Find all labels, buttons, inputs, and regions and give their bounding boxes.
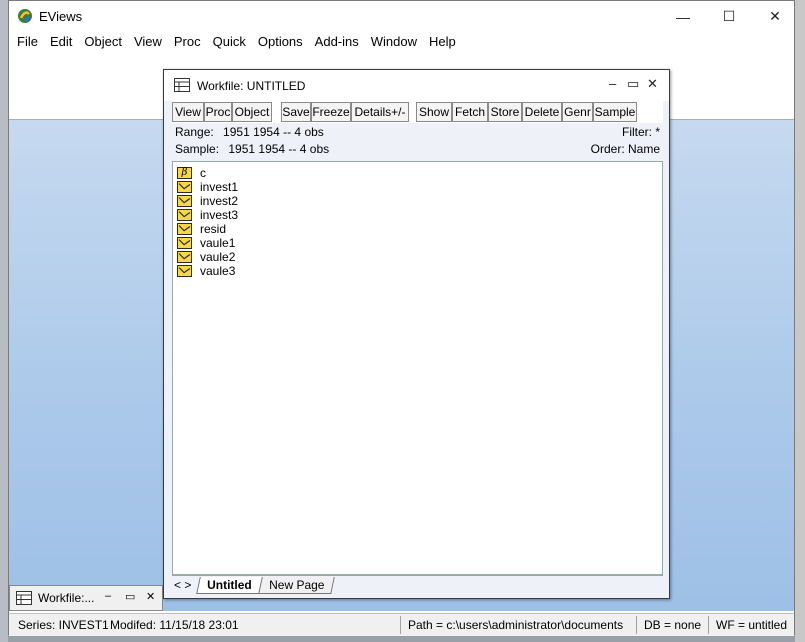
- series-icon: [177, 195, 192, 207]
- menu-proc[interactable]: Proc: [170, 32, 209, 52]
- object-name: resid: [200, 222, 227, 236]
- workfile-close-button[interactable]: ✕: [647, 76, 658, 92]
- close-button[interactable]: ✕: [752, 1, 798, 32]
- status-modified: Modifed: 11/15/18 23:01: [110, 618, 239, 632]
- maximize-button[interactable]: ☐: [706, 1, 752, 32]
- menu-window[interactable]: Window: [367, 32, 425, 52]
- object-name: c: [200, 166, 206, 180]
- list-item[interactable]: invest1: [177, 180, 238, 194]
- coefficient-icon: β: [177, 167, 192, 179]
- workfile-icon: [174, 78, 190, 92]
- eviews-logo-icon: [18, 9, 32, 23]
- minimized-maximize-button[interactable]: ▭: [125, 590, 135, 603]
- status-wf: WF = untitled: [716, 618, 788, 632]
- toolbar-proc-button[interactable]: Proc: [204, 102, 232, 122]
- sample-row: Sample: 1951 1954 -- 4 obs Order: Name: [175, 142, 660, 158]
- menu-quick[interactable]: Quick: [209, 32, 254, 52]
- sample-label: Sample:: [175, 142, 220, 156]
- order-value[interactable]: Order: Name: [591, 142, 660, 156]
- workfile-object-list: β c invest1 invest2 invest3 resid vaule1…: [172, 161, 663, 575]
- menu-help[interactable]: Help: [425, 32, 464, 52]
- background-strip-left: [0, 0, 8, 642]
- list-item[interactable]: vaule2: [177, 250, 235, 264]
- main-titlebar: EViews — ☐ ✕: [9, 1, 794, 32]
- series-icon: [177, 251, 192, 263]
- minimized-restore-button[interactable]: –: [105, 590, 111, 602]
- menu-file[interactable]: File: [13, 32, 46, 52]
- range-label: Range:: [175, 125, 214, 139]
- background-strip-right: [795, 0, 805, 642]
- toolbar-store-button[interactable]: Store: [488, 102, 522, 122]
- status-divider: [708, 616, 709, 634]
- toolbar-details-button[interactable]: Details+/-: [351, 102, 409, 122]
- toolbar-fetch-button[interactable]: Fetch: [452, 102, 488, 122]
- menubar: File Edit Object View Proc Quick Options…: [9, 32, 794, 52]
- status-divider: [636, 616, 637, 634]
- tab-new-page[interactable]: New Page: [258, 577, 336, 594]
- list-item[interactable]: resid: [177, 222, 226, 236]
- menu-view[interactable]: View: [130, 32, 170, 52]
- menu-edit[interactable]: Edit: [46, 32, 80, 52]
- tab-scroll-arrows[interactable]: < >: [174, 578, 191, 592]
- range-row: Range: 1951 1954 -- 4 obs Filter: *: [175, 125, 660, 141]
- tab-new-page-label: New Page: [269, 578, 325, 592]
- list-item[interactable]: vaule1: [177, 236, 235, 250]
- object-name: invest1: [200, 180, 239, 194]
- filter-value[interactable]: Filter: *: [622, 125, 660, 139]
- object-name: vaule3: [200, 264, 236, 278]
- menu-add-ins[interactable]: Add-ins: [311, 32, 367, 52]
- workfile-titlebar[interactable]: Workfile: UNTITLED – ▭ ✕: [164, 70, 669, 101]
- page-tabbar: < > Untitled New Page: [172, 575, 663, 595]
- list-item[interactable]: vaule3: [177, 264, 235, 278]
- object-name: invest3: [200, 208, 239, 222]
- tab-untitled[interactable]: Untitled: [196, 577, 263, 594]
- object-name: vaule2: [200, 250, 236, 264]
- status-path: Path = c:\users\administrator\documents: [408, 618, 624, 632]
- tab-untitled-label: Untitled: [207, 578, 252, 592]
- toolbar-delete-button[interactable]: Delete: [522, 102, 562, 122]
- workfile-title: Workfile: UNTITLED: [197, 79, 306, 93]
- series-icon: [177, 223, 192, 235]
- range-value[interactable]: 1951 1954 -- 4 obs: [223, 125, 324, 139]
- menu-object[interactable]: Object: [80, 32, 130, 52]
- toolbar-freeze-button[interactable]: Freeze: [311, 102, 351, 122]
- toolbar-show-button[interactable]: Show: [416, 102, 452, 122]
- minimized-close-button[interactable]: ✕: [146, 590, 155, 603]
- list-item[interactable]: invest3: [177, 208, 238, 222]
- status-db: DB = none: [644, 618, 702, 632]
- toolbar-object-button[interactable]: Object: [232, 102, 272, 122]
- statusbar: Series: INVEST1 Modifed: 11/15/18 23:01 …: [9, 613, 794, 636]
- minimize-button[interactable]: —: [660, 1, 706, 32]
- toolbar-view-button[interactable]: View: [172, 102, 204, 122]
- series-icon: [177, 265, 192, 277]
- list-item[interactable]: β c: [177, 166, 206, 180]
- series-icon: [177, 181, 192, 193]
- minimized-workfile-label: Workfile:...: [38, 591, 95, 605]
- sample-value[interactable]: 1951 1954 -- 4 obs: [228, 142, 329, 156]
- list-item[interactable]: invest2: [177, 194, 238, 208]
- toolbar-sample-button[interactable]: Sample: [593, 102, 637, 122]
- minimized-workfile-window[interactable]: Workfile:... – ▭ ✕: [9, 585, 163, 611]
- workfile-toolbar: View Proc Object Save Freeze Details+/- …: [172, 101, 663, 123]
- workfile-restore-button[interactable]: ▭: [627, 76, 639, 92]
- series-icon: [177, 237, 192, 249]
- menu-options[interactable]: Options: [254, 32, 311, 52]
- status-series: Series: INVEST1: [18, 618, 109, 632]
- series-icon: [177, 209, 192, 221]
- object-name: vaule1: [200, 236, 236, 250]
- toolbar-save-button[interactable]: Save: [281, 102, 311, 122]
- toolbar-genr-button[interactable]: Genr: [562, 102, 593, 122]
- workfile-icon: [16, 591, 32, 605]
- workfile-window: Workfile: UNTITLED – ▭ ✕ View Proc Objec…: [163, 69, 670, 599]
- status-divider: [400, 616, 401, 634]
- app-title: EViews: [39, 9, 83, 24]
- workfile-minimize-button[interactable]: –: [609, 76, 616, 91]
- object-name: invest2: [200, 194, 239, 208]
